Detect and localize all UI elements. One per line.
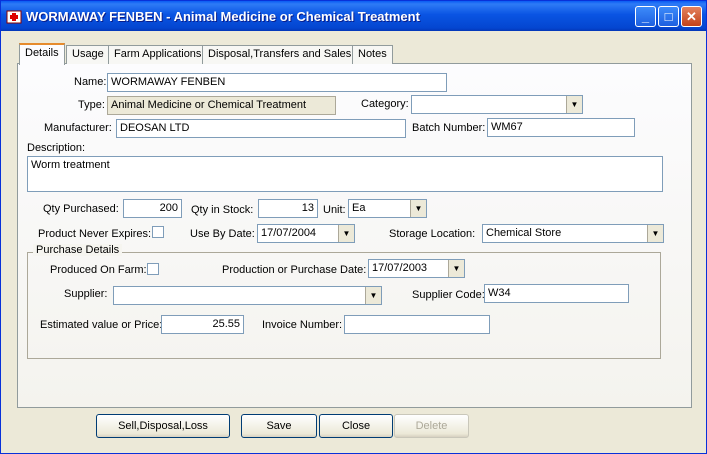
description-label: Description:: [27, 142, 86, 154]
app-window: WORMAWAY FENBEN - Animal Medicine or Che…: [0, 0, 707, 454]
qty-purchased-field[interactable]: 200: [123, 199, 182, 218]
unit-dropdown[interactable]: Ea ▼: [348, 199, 427, 218]
manufacturer-label: Manufacturer:: [44, 122, 112, 134]
storage-location-label: Storage Location:: [389, 228, 476, 240]
price-field[interactable]: 25.55: [161, 315, 244, 334]
minimize-button[interactable]: _: [635, 6, 656, 27]
use-by-date-label: Use By Date:: [190, 228, 255, 240]
unit-value: Ea: [352, 202, 366, 214]
name-label: Name:: [74, 76, 107, 88]
batch-number-label: Batch Number:: [412, 122, 486, 134]
supplier-code-field[interactable]: W34: [484, 284, 629, 303]
save-button[interactable]: Save: [241, 414, 317, 438]
medicine-chest-icon: [6, 10, 22, 24]
category-dropdown[interactable]: ▼: [411, 95, 583, 114]
description-field[interactable]: Worm treatment: [27, 156, 663, 192]
production-date-label: Production or Purchase Date:: [222, 264, 367, 276]
chevron-down-icon[interactable]: ▼: [566, 96, 582, 113]
production-date-picker[interactable]: 17/07/2003 ▼: [368, 259, 465, 278]
produced-on-farm-label: Produced On Farm:: [50, 264, 147, 276]
tab-farm-applications[interactable]: Farm Applications: [108, 45, 208, 64]
never-expires-checkbox[interactable]: [152, 226, 164, 238]
chevron-down-icon[interactable]: ▼: [647, 225, 663, 242]
delete-button[interactable]: Delete: [394, 414, 469, 438]
maximize-button[interactable]: □: [658, 6, 679, 27]
produced-on-farm-checkbox[interactable]: [147, 263, 159, 275]
storage-location-dropdown[interactable]: Chemical Store ▼: [482, 224, 664, 243]
qty-in-stock-field[interactable]: 13: [258, 199, 318, 218]
invoice-number-label: Invoice Number:: [262, 319, 343, 331]
use-by-date-value: 17/07/2004: [261, 227, 317, 239]
use-by-date-picker[interactable]: 17/07/2004 ▼: [257, 224, 355, 243]
tab-notes[interactable]: Notes: [352, 45, 393, 64]
type-label: Type:: [78, 99, 105, 111]
tab-usage[interactable]: Usage: [66, 45, 110, 64]
title-bar[interactable]: WORMAWAY FENBEN - Animal Medicine or Che…: [1, 1, 706, 31]
qty-purchased-label: Qty Purchased:: [43, 203, 119, 215]
close-button[interactable]: Close: [319, 414, 393, 438]
storage-location-value: Chemical Store: [486, 227, 562, 239]
purchase-details-title: Purchase Details: [33, 244, 123, 256]
sell-disposal-loss-button[interactable]: Sell,Disposal,Loss: [96, 414, 230, 438]
chevron-down-icon[interactable]: ▼: [448, 260, 464, 277]
tab-details[interactable]: Details: [19, 43, 65, 65]
never-expires-label: Product Never Expires:: [38, 228, 152, 240]
close-window-button[interactable]: ✕: [681, 6, 702, 27]
name-field[interactable]: WORMAWAY FENBEN: [107, 73, 447, 92]
unit-label: Unit:: [323, 204, 346, 216]
chevron-down-icon[interactable]: ▼: [338, 225, 354, 242]
supplier-dropdown[interactable]: ▼: [113, 286, 382, 305]
window-title: WORMAWAY FENBEN - Animal Medicine or Che…: [26, 9, 420, 24]
chevron-down-icon[interactable]: ▼: [365, 287, 381, 304]
type-value: Animal Medicine or Chemical Treatment: [107, 96, 336, 115]
batch-number-field[interactable]: WM67: [487, 118, 635, 137]
supplier-code-label: Supplier Code:: [412, 289, 485, 301]
invoice-number-field[interactable]: [344, 315, 490, 334]
category-label: Category:: [361, 98, 409, 110]
supplier-label: Supplier:: [64, 288, 108, 300]
chevron-down-icon[interactable]: ▼: [410, 200, 426, 217]
price-label: Estimated value or Price:: [40, 319, 163, 331]
production-date-value: 17/07/2003: [372, 262, 428, 274]
tab-disposal-transfers-sales[interactable]: Disposal,Transfers and Sales: [202, 45, 358, 64]
manufacturer-field[interactable]: DEOSAN LTD: [116, 119, 406, 138]
qty-in-stock-label: Qty in Stock:: [191, 204, 254, 216]
